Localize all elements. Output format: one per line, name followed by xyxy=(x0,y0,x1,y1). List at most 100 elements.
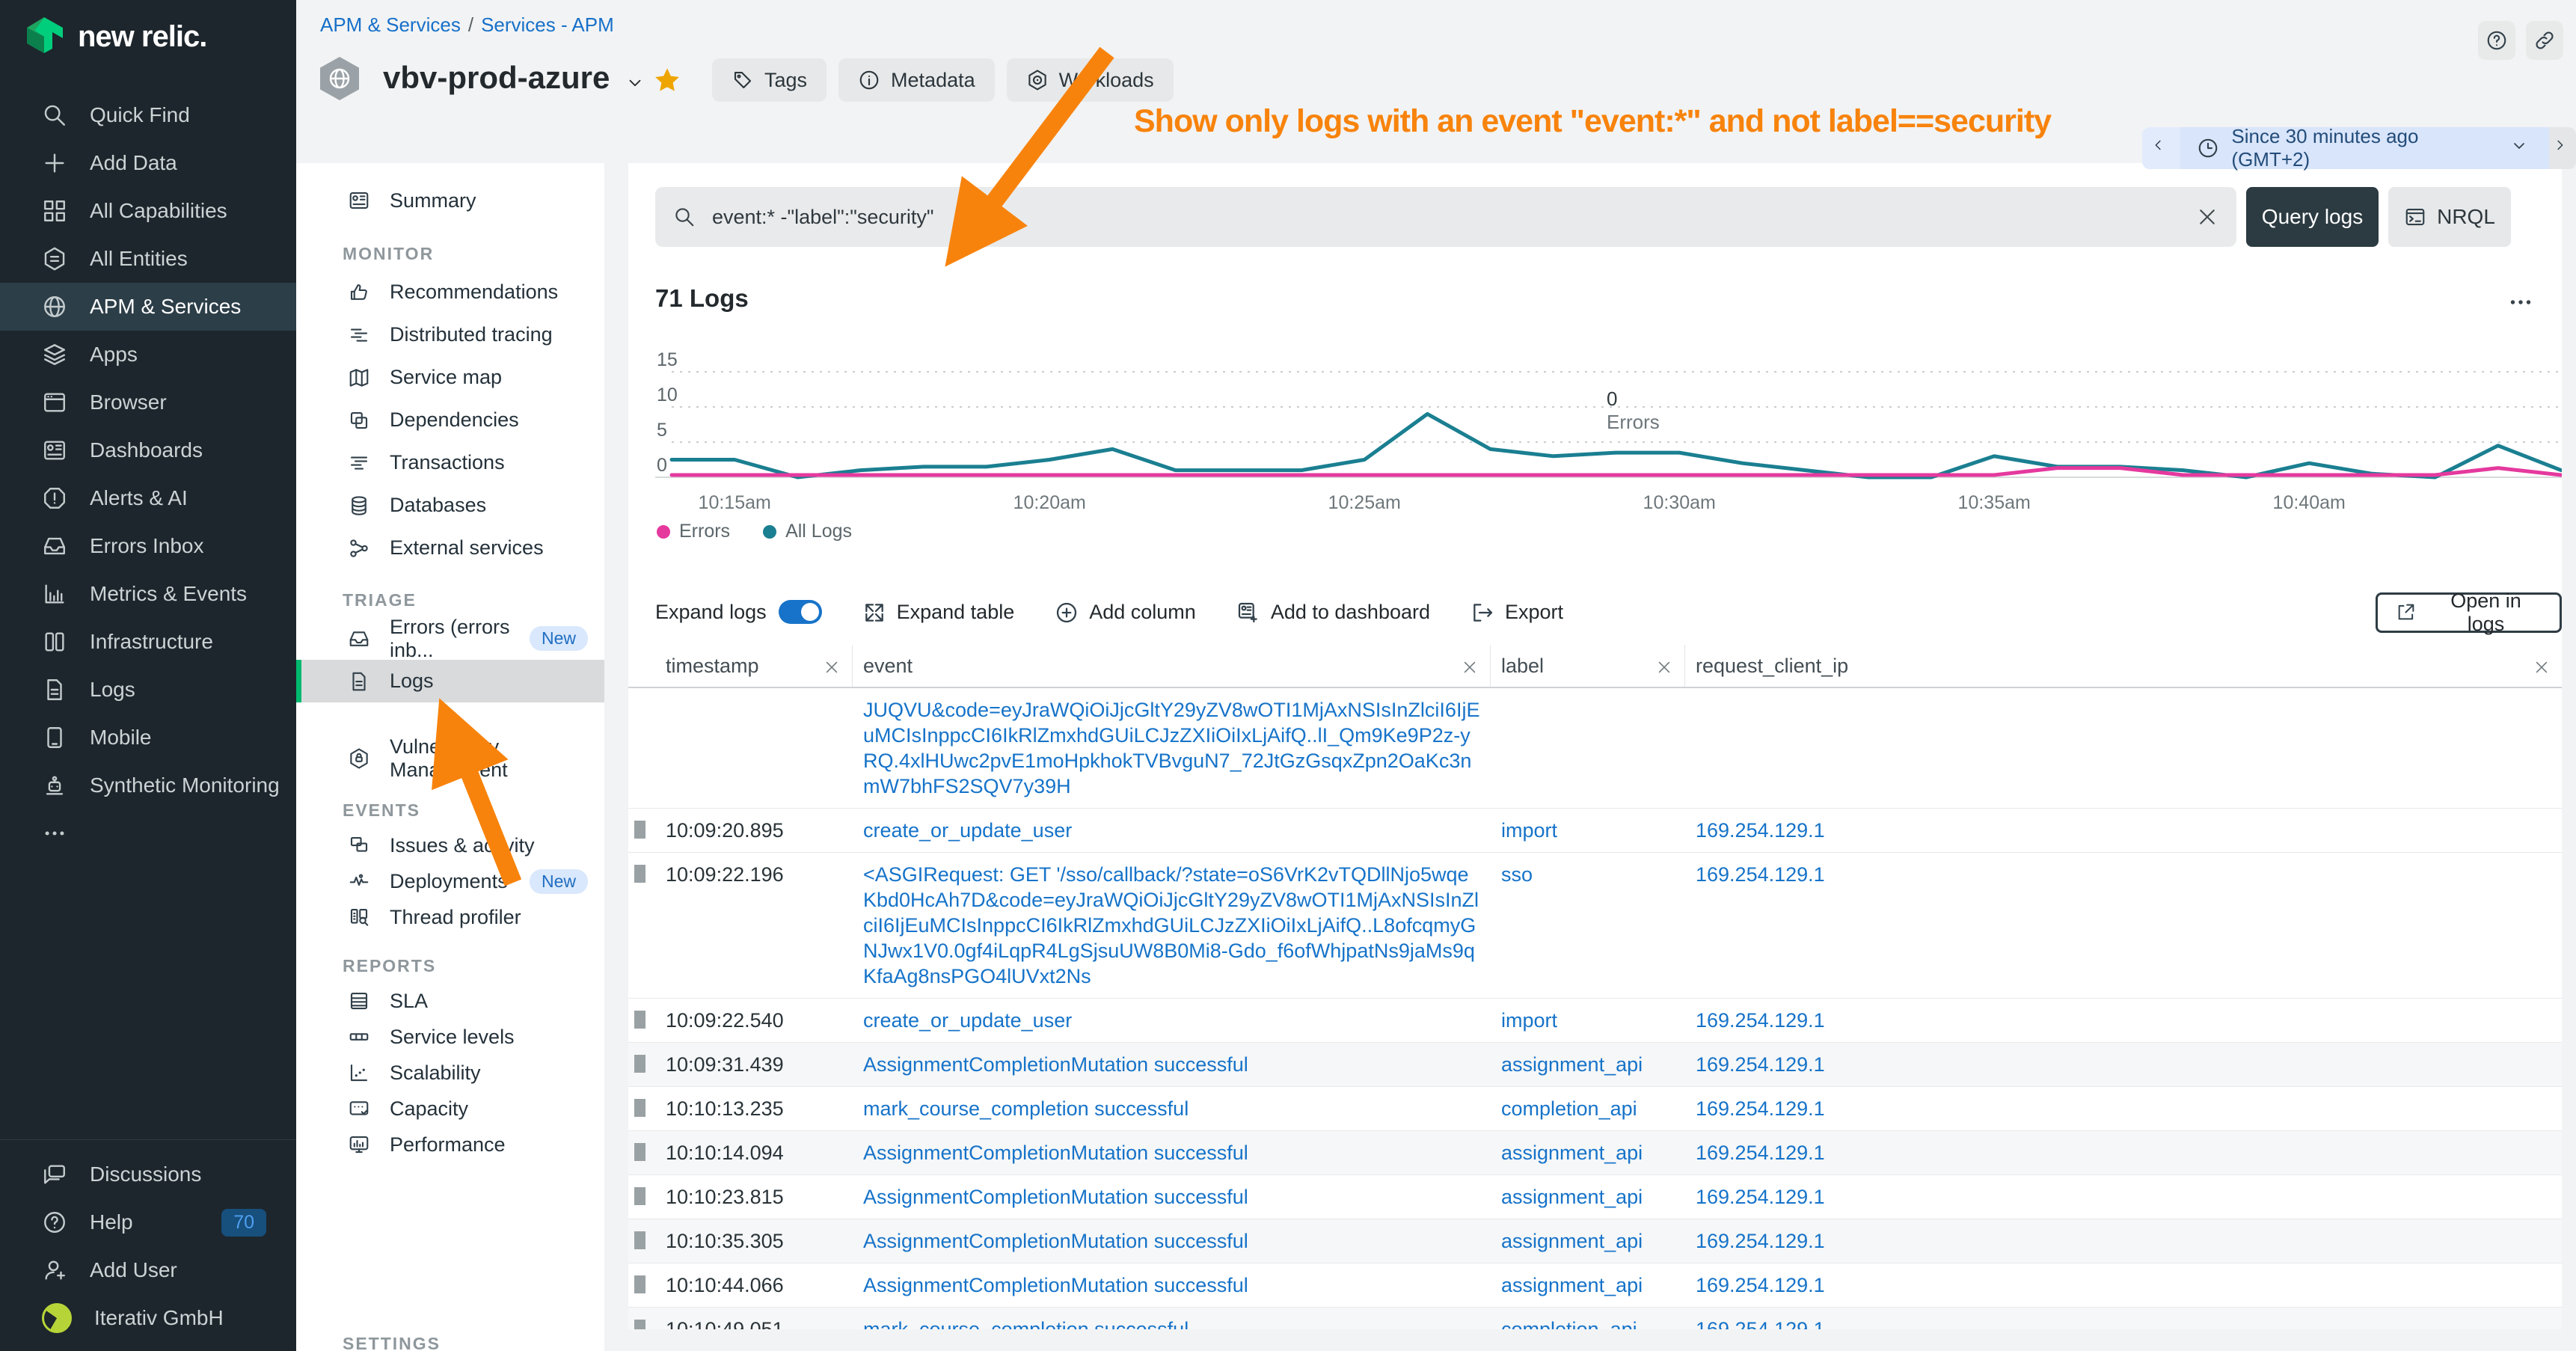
cell-event-link[interactable]: AssignmentCompletionMutation successful xyxy=(863,1230,1248,1252)
cell-event-link[interactable]: JUQVU&code=eyJraWQiOiJjcGltY29yZV8wOTI1M… xyxy=(863,699,1479,797)
table-row[interactable]: 10:09:22.196 <ASGIRequest: GET '/sso/cal… xyxy=(628,853,2562,999)
sidebar-item-all-entities[interactable]: All Entities xyxy=(0,235,296,283)
table-row[interactable]: 10:10:14.094 AssignmentCompletionMutatio… xyxy=(628,1131,2562,1175)
sidebar-item-apps[interactable]: Apps xyxy=(0,331,296,379)
expand-table-button[interactable]: Expand table xyxy=(862,601,1015,624)
row-marker[interactable] xyxy=(634,1320,645,1329)
sidebar-item-add-data[interactable]: Add Data xyxy=(0,139,296,187)
table-row[interactable]: 10:10:13.235 mark_course_completion succ… xyxy=(628,1087,2562,1131)
clear-search-icon[interactable] xyxy=(2196,206,2218,228)
export-button[interactable]: Export xyxy=(1471,601,1563,624)
sidebar-item-more[interactable] xyxy=(0,809,296,857)
expand-logs-toggle[interactable] xyxy=(779,600,822,624)
table-row[interactable]: 10:09:22.540 create_or_update_user impor… xyxy=(628,999,2562,1043)
subnav-item-deployments[interactable]: Deployments New xyxy=(296,863,604,899)
cell-event-link[interactable]: AssignmentCompletionMutation successful xyxy=(863,1274,1248,1296)
cell-ip-link[interactable]: 169.254.129.1 xyxy=(1696,819,1825,842)
row-marker[interactable] xyxy=(634,1055,645,1073)
sidebar-item-mobile[interactable]: Mobile xyxy=(0,714,296,762)
legend-item-errors[interactable]: Errors xyxy=(657,521,730,542)
cell-event-link[interactable]: <ASGIRequest: GET '/sso/callback/?state=… xyxy=(863,863,1479,987)
cell-label-link[interactable]: assignment_api xyxy=(1501,1230,1643,1252)
sidebar-item-discussions[interactable]: Discussions xyxy=(0,1151,296,1198)
cell-ip-link[interactable]: 169.254.129.1 xyxy=(1696,1009,1825,1032)
time-picker-prev-button[interactable] xyxy=(2142,127,2180,169)
panel-overflow-menu-icon[interactable] xyxy=(2507,289,2534,316)
metadata-button[interactable]: Metadata xyxy=(838,58,995,102)
subnav-item-external-services[interactable]: External services xyxy=(296,527,604,569)
cell-event-link[interactable]: mark_course_completion successful xyxy=(863,1097,1189,1120)
entity-name[interactable]: vbv-prod-azure xyxy=(383,60,610,96)
nrql-button[interactable]: NRQL xyxy=(2388,187,2511,247)
cell-event-link[interactable]: create_or_update_user xyxy=(863,1009,1072,1032)
cell-event-link[interactable]: create_or_update_user xyxy=(863,819,1072,842)
column-header-event[interactable]: event xyxy=(853,645,1491,687)
row-marker[interactable] xyxy=(634,1187,645,1205)
cell-ip-link[interactable]: 169.254.129.1 xyxy=(1696,863,1825,886)
sidebar-item-alerts-ai[interactable]: Alerts & AI xyxy=(0,474,296,522)
subnav-item-sla[interactable]: SLA xyxy=(296,983,604,1019)
cell-event-link[interactable]: AssignmentCompletionMutation successful xyxy=(863,1142,1248,1164)
workloads-button[interactable]: Workloads xyxy=(1007,58,1174,102)
time-picker-dropdown[interactable]: Since 30 minutes ago (GMT+2) xyxy=(2180,127,2549,169)
cell-label-link[interactable]: sso xyxy=(1501,863,1533,886)
subnav-item-vulnerability-management[interactable]: Vulnerability Management xyxy=(296,737,604,779)
table-row[interactable]: 10:09:20.895 create_or_update_user impor… xyxy=(628,809,2562,853)
subnav-item-summary[interactable]: Summary xyxy=(296,178,604,223)
subnav-item-databases[interactable]: Databases xyxy=(296,484,604,527)
table-row[interactable]: 10:10:23.815 AssignmentCompletionMutatio… xyxy=(628,1175,2562,1219)
tags-button[interactable]: Tags xyxy=(712,58,827,102)
open-in-logs-button[interactable]: Open in logs xyxy=(2376,592,2562,633)
cell-event-link[interactable]: AssignmentCompletionMutation successful xyxy=(863,1186,1248,1208)
cell-ip-link[interactable]: 169.254.129.1 xyxy=(1696,1053,1825,1076)
subnav-item-errors-errors-inb[interactable]: Errors (errors inb... New xyxy=(296,617,604,660)
sidebar-item-dashboards[interactable]: Dashboards xyxy=(0,426,296,474)
breadcrumb-services-apm[interactable]: Services - APM xyxy=(481,13,614,36)
favorite-star-icon[interactable] xyxy=(652,66,682,96)
cell-ip-link[interactable]: 169.254.129.1 xyxy=(1696,1318,1825,1329)
sidebar-item-quick-find[interactable]: Quick Find xyxy=(0,91,296,139)
sidebar-item-all-capabilities[interactable]: All Capabilities xyxy=(0,187,296,235)
subnav-item-recommendations[interactable]: Recommendations xyxy=(296,271,604,313)
row-marker[interactable] xyxy=(634,821,645,839)
add-to-dashboard-button[interactable]: Add to dashboard xyxy=(1236,601,1430,624)
time-picker-next-button[interactable] xyxy=(2549,127,2576,169)
cell-label-link[interactable]: assignment_api xyxy=(1501,1274,1643,1296)
add-column-button[interactable]: Add column xyxy=(1055,601,1196,624)
subnav-item-performance[interactable]: Performance xyxy=(296,1127,604,1162)
subnav-item-issues-activity[interactable]: Issues & activity xyxy=(296,827,604,863)
cell-label-link[interactable]: import xyxy=(1501,819,1557,842)
subnav-item-capacity[interactable]: Capacity xyxy=(296,1091,604,1127)
sidebar-item-metrics-events[interactable]: Metrics & Events xyxy=(0,570,296,618)
table-row[interactable]: 10:10:35.305 AssignmentCompletionMutatio… xyxy=(628,1219,2562,1263)
entity-dropdown-chevron-icon[interactable] xyxy=(625,73,645,93)
remove-column-icon[interactable] xyxy=(2533,658,2550,674)
cell-label-link[interactable]: assignment_api xyxy=(1501,1053,1643,1076)
cell-ip-link[interactable]: 169.254.129.1 xyxy=(1696,1274,1825,1296)
column-header-timestamp[interactable]: timestamp xyxy=(628,645,853,687)
cell-ip-link[interactable]: 169.254.129.1 xyxy=(1696,1230,1825,1252)
permalink-button[interactable] xyxy=(2526,21,2563,60)
sidebar-item-help[interactable]: Help 70 xyxy=(0,1198,296,1246)
cell-label-link[interactable]: assignment_api xyxy=(1501,1142,1643,1164)
cell-event-link[interactable]: AssignmentCompletionMutation successful xyxy=(863,1053,1248,1076)
subnav-item-transactions[interactable]: Transactions xyxy=(296,441,604,484)
cell-ip-link[interactable]: 169.254.129.1 xyxy=(1696,1142,1825,1164)
table-row[interactable]: 10:09:31.439 AssignmentCompletionMutatio… xyxy=(628,1043,2562,1087)
sidebar-item-add-user[interactable]: Add User xyxy=(0,1246,296,1294)
sidebar-item-logs[interactable]: Logs xyxy=(0,666,296,714)
sidebar-item-synthetic-monitoring[interactable]: Synthetic Monitoring xyxy=(0,762,296,809)
subnav-item-service-levels[interactable]: Service levels xyxy=(296,1019,604,1055)
column-header-request-client-ip[interactable]: request_client_ip xyxy=(1685,645,2562,687)
subnav-item-thread-profiler[interactable]: Thread profiler xyxy=(296,899,604,935)
table-row[interactable]: 10:10:44.066 AssignmentCompletionMutatio… xyxy=(628,1263,2562,1308)
sidebar-item-iterativ-gmbh[interactable]: Iterativ GmbH xyxy=(0,1294,296,1342)
row-marker[interactable] xyxy=(634,1011,645,1029)
sidebar-item-apm-services[interactable]: APM & Services xyxy=(0,283,296,331)
legend-item-all-logs[interactable]: All Logs xyxy=(763,521,852,542)
remove-column-icon[interactable] xyxy=(1462,658,1478,674)
subnav-item-distributed-tracing[interactable]: Distributed tracing xyxy=(296,313,604,356)
sidebar-item-infrastructure[interactable]: Infrastructure xyxy=(0,618,296,666)
row-marker[interactable] xyxy=(634,865,645,883)
cell-ip-link[interactable]: 169.254.129.1 xyxy=(1696,1186,1825,1208)
